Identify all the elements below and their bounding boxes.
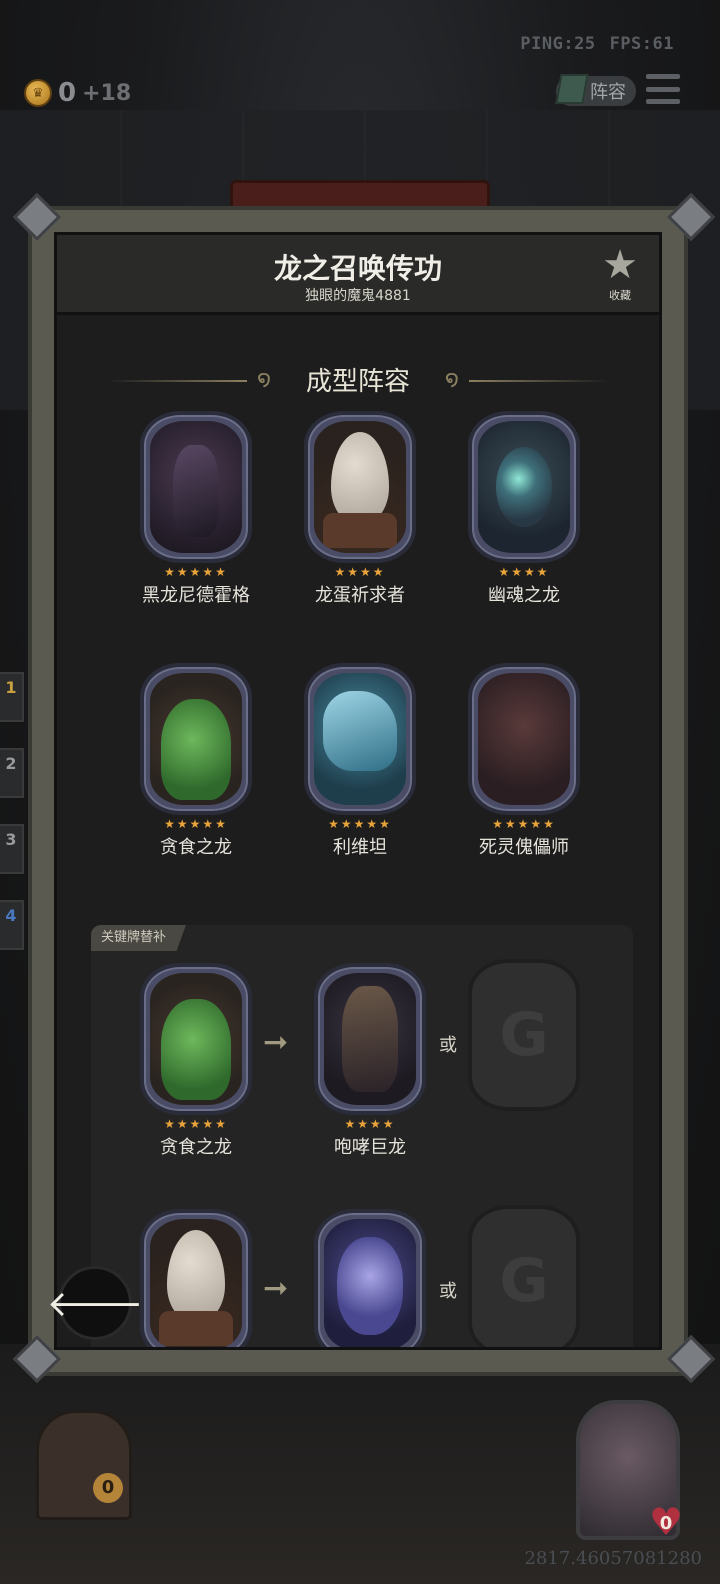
card-dragon-egg[interactable]: ★★★★ 龙蛋祈求者 xyxy=(301,411,419,607)
card-frame xyxy=(468,411,580,563)
favorite-label: 收藏 xyxy=(609,289,631,302)
favorite-button[interactable]: ★ 收藏 xyxy=(595,245,645,303)
card-stars: ★★★★★ xyxy=(164,1117,228,1131)
side-tab-2[interactable]: 2 xyxy=(0,748,24,798)
empty-card-frame: G xyxy=(468,959,580,1111)
card-stars: ★★★★ xyxy=(334,565,386,579)
coin-count: 0 xyxy=(58,78,77,108)
roaring-dragon-portrait xyxy=(324,973,416,1105)
game-logo-icon: G xyxy=(499,1246,549,1316)
card-stars: ★★★★★ xyxy=(164,817,228,831)
replace-to-card[interactable]: ★★★★ 咆哮巨龙 xyxy=(311,963,429,1159)
card-necro-puppeteer[interactable]: ★★★★★ 死灵傀儡师 xyxy=(465,663,583,859)
card-stars: ★★★★★ xyxy=(328,817,392,831)
divider-line xyxy=(469,380,609,382)
card-name: 贪食之龙 xyxy=(160,1137,232,1158)
card-frame xyxy=(140,1209,252,1347)
coin-income: +18 xyxy=(82,80,132,106)
card-name: 贪食之龙 xyxy=(160,837,232,858)
menu-icon[interactable] xyxy=(646,74,680,104)
card-name: 咆哮巨龙 xyxy=(334,1137,406,1158)
fps-text: FPS:61 xyxy=(609,34,674,54)
swirl-ornament-icon: ໑ xyxy=(444,367,459,392)
arrow-right-icon: ➞ xyxy=(263,1025,289,1060)
coordinates-text: 2817.46057081280 xyxy=(524,1548,702,1569)
game-logo-icon: G xyxy=(499,1000,549,1070)
team-button[interactable]: 阵容 xyxy=(555,74,636,106)
card-black-dragon[interactable]: ★★★★★ 黑龙尼德霍格 xyxy=(137,411,255,607)
arrow-left-icon: 🡐 xyxy=(46,1284,144,1325)
ghost-dragon-portrait xyxy=(478,421,570,553)
chest-button[interactable]: 0 xyxy=(36,1410,132,1520)
hero-hp: 0 xyxy=(659,1513,673,1534)
empty-card-slot: G xyxy=(465,959,583,1111)
card-leviathan[interactable]: ★★★★★ 利维坦 xyxy=(301,663,419,859)
nebula-dragon-portrait xyxy=(324,1219,416,1347)
network-stats: PING:25 FPS:61 xyxy=(520,34,674,54)
dragon-egg-portrait xyxy=(150,1219,242,1347)
replace-from-card[interactable]: ★★★★★ 贪食之龙 xyxy=(137,963,255,1159)
card-frame xyxy=(140,963,252,1115)
ping-text: PING:25 xyxy=(520,34,596,54)
heart-icon: ♥ 0 xyxy=(646,1503,686,1541)
replace-to-card[interactable] xyxy=(311,1209,429,1347)
necro-puppeteer-portrait xyxy=(478,673,570,805)
card-frame xyxy=(468,663,580,815)
replacement-label: 关键牌替补 xyxy=(91,925,187,951)
side-tab-3[interactable]: 3 xyxy=(0,824,24,874)
section-header: ໑ 成型阵容 ໑ xyxy=(57,361,659,401)
black-dragon-portrait xyxy=(150,421,242,553)
card-name: 幽魂之龙 xyxy=(488,585,560,606)
card-frame xyxy=(304,663,416,815)
card-frame xyxy=(304,411,416,563)
card-name: 龙蛋祈求者 xyxy=(315,585,405,606)
or-text: 或 xyxy=(439,1035,457,1056)
lineup-dialog: 龙之召唤传功 独眼的魔鬼4881 ★ 收藏 ໑ 成型阵容 ໑ ★★★★★ 黑龙尼… xyxy=(28,206,688,1376)
side-tab-4[interactable]: 4 xyxy=(0,900,24,950)
replace-from-card[interactable] xyxy=(137,1209,255,1347)
title-bar: 龙之召唤传功 独眼的魔鬼4881 ★ 收藏 xyxy=(57,235,659,315)
deck-icon xyxy=(555,74,589,104)
coin-icon: ♛ xyxy=(24,79,52,107)
leviathan-portrait xyxy=(314,673,406,805)
back-button[interactable]: 🡐 xyxy=(47,1266,143,1340)
card-frame xyxy=(140,663,252,815)
card-name: 死灵傀儡师 xyxy=(479,837,569,858)
greedy-dragon-portrait xyxy=(150,973,242,1105)
card-greedy-dragon[interactable]: ★★★★★ 贪食之龙 xyxy=(137,663,255,859)
card-frame xyxy=(314,1209,426,1347)
card-stars: ★★★★★ xyxy=(492,817,556,831)
or-text: 或 xyxy=(439,1281,457,1302)
card-name: 利维坦 xyxy=(333,837,387,858)
empty-card-frame: G xyxy=(468,1205,580,1347)
card-frame xyxy=(314,963,426,1115)
dragon-egg-portrait xyxy=(314,421,406,553)
lineup-author: 独眼的魔鬼4881 xyxy=(305,288,411,304)
empty-card-slot: G xyxy=(465,1205,583,1347)
card-stars: ★★★★ xyxy=(344,1117,396,1131)
card-frame xyxy=(140,411,252,563)
lineup-title: 龙之召唤传功 xyxy=(273,252,442,285)
card-name: 黑龙尼德霍格 xyxy=(142,585,250,606)
greedy-dragon-portrait xyxy=(150,673,242,805)
card-stars: ★★★★ xyxy=(498,565,550,579)
card-ghost-dragon[interactable]: ★★★★ 幽魂之龙 xyxy=(465,411,583,607)
chest-count: 0 xyxy=(93,1473,123,1503)
replacement-section: 关键牌替补 ★★★★★ 贪食之龙 ➞ ★★★★ 咆哮巨龙 或 G ➞ 或 G xyxy=(91,925,633,1347)
coin-display: ♛ 0 +18 xyxy=(24,78,131,108)
card-stars: ★★★★★ xyxy=(164,565,228,579)
arrow-right-icon: ➞ xyxy=(263,1271,289,1306)
star-icon: ★ xyxy=(602,242,638,288)
dialog-content: 龙之召唤传功 独眼的魔鬼4881 ★ 收藏 ໑ 成型阵容 ໑ ★★★★★ 黑龙尼… xyxy=(54,232,662,1350)
side-tab-1[interactable]: 1 xyxy=(0,672,24,722)
team-button-label: 阵容 xyxy=(590,82,626,103)
